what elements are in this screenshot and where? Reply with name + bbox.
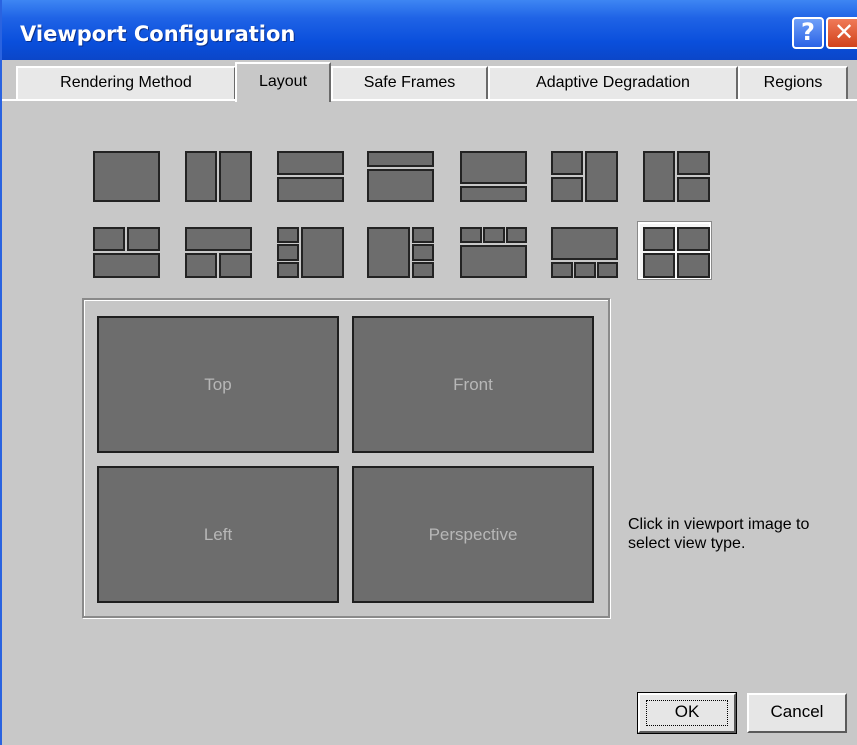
tab-adaptive-degradation[interactable]: Adaptive Degradation xyxy=(488,66,738,100)
title-bar: Viewport Configuration ? ✕ xyxy=(2,0,857,60)
layout-left-one-right-two-icon[interactable] xyxy=(640,148,713,205)
viewport-preview: Top Front Left Perspective xyxy=(82,298,610,618)
layout-single-icon[interactable] xyxy=(90,148,163,205)
hint-text: Click in viewport image to select view t… xyxy=(628,516,810,552)
tab-rendering-method[interactable]: Rendering Method xyxy=(16,66,236,100)
layout-top-large-bottom-small-icon[interactable] xyxy=(457,148,530,205)
layout-two-horizontal-icon[interactable] xyxy=(274,148,347,205)
tab-strip: Rendering Method Layout Safe Frames Adap… xyxy=(2,60,857,102)
ok-button[interactable]: OK xyxy=(637,692,737,734)
layout-quad-icon[interactable] xyxy=(638,222,711,279)
layout-top-one-bottom-three-icon[interactable] xyxy=(548,224,621,281)
tab-panel-border xyxy=(2,99,857,101)
tab-regions[interactable]: Regions xyxy=(738,66,848,100)
viewport-configuration-dialog: Viewport Configuration ? ✕ Rendering Met… xyxy=(0,0,857,745)
viewport-front[interactable]: Front xyxy=(352,316,594,453)
help-icon: ? xyxy=(801,18,815,46)
layout-top-three-bottom-one-icon[interactable] xyxy=(457,224,530,281)
layout-top-one-bottom-two-icon[interactable] xyxy=(182,224,255,281)
layout-left-one-right-three-icon[interactable] xyxy=(364,224,437,281)
help-button[interactable]: ? xyxy=(792,17,824,49)
viewport-top[interactable]: Top xyxy=(97,316,339,453)
cancel-button[interactable]: Cancel xyxy=(747,693,847,733)
window-title: Viewport Configuration xyxy=(20,22,296,46)
viewport-left[interactable]: Left xyxy=(97,466,339,603)
tab-layout[interactable]: Layout xyxy=(235,62,331,102)
viewport-label: Left xyxy=(203,524,233,544)
viewport-label: Top xyxy=(204,374,232,394)
viewport-label: Front xyxy=(453,374,493,394)
viewport-label: Perspective xyxy=(428,524,518,544)
tab-safe-frames[interactable]: Safe Frames xyxy=(331,66,488,100)
layout-top-small-bottom-large-icon[interactable] xyxy=(364,148,437,205)
close-button[interactable]: ✕ xyxy=(826,17,857,49)
layout-left-two-right-one-icon[interactable] xyxy=(548,148,621,205)
layout-top-two-bottom-one-icon[interactable] xyxy=(90,224,163,281)
layout-left-three-right-one-icon[interactable] xyxy=(274,224,347,281)
viewport-perspective[interactable]: Perspective xyxy=(352,466,594,603)
layout-two-vertical-icon[interactable] xyxy=(182,148,255,205)
focus-rect xyxy=(646,700,728,726)
close-icon: ✕ xyxy=(833,18,855,46)
